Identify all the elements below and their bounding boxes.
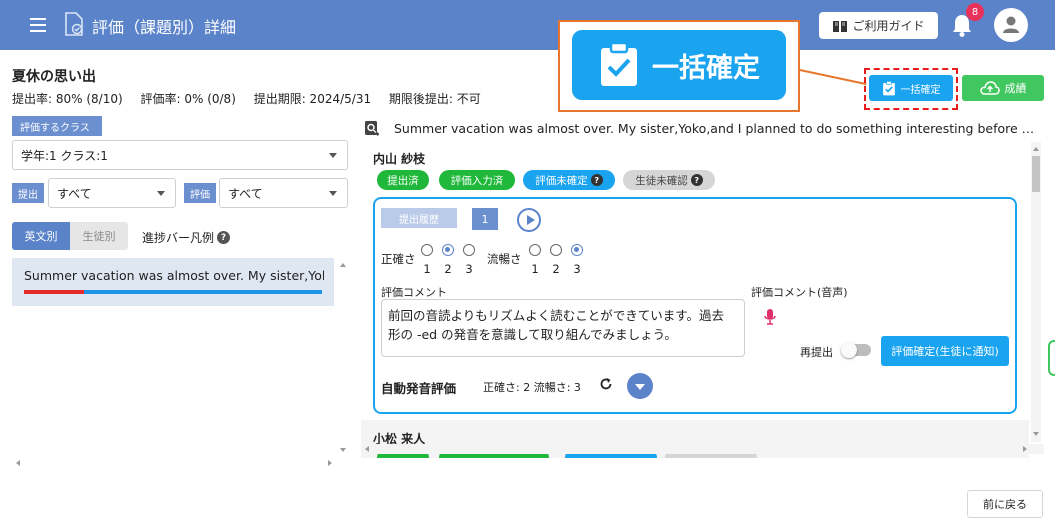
app-title: 評価（課題別）詳細 xyxy=(92,18,237,37)
accuracy-radio-3[interactable] xyxy=(463,244,475,256)
accuracy-scale-1: 1 xyxy=(423,262,431,276)
accuracy-scale-2: 2 xyxy=(444,262,452,276)
side-panel-handle[interactable] xyxy=(1048,340,1055,376)
submission-history-number[interactable]: 1 xyxy=(472,208,498,230)
grades-button[interactable]: 成績 xyxy=(962,75,1044,101)
resubmit-toggle[interactable] xyxy=(841,342,871,358)
progress-legend-label: 進捗バー凡例 xyxy=(142,231,215,245)
late-submission: 期限後提出: 不可 xyxy=(388,92,481,106)
question-icon: ? xyxy=(590,174,603,186)
callout-connector xyxy=(799,69,867,86)
bulk-confirm-label: 一括確定 xyxy=(900,84,941,96)
fluency-radio-1[interactable] xyxy=(529,244,541,256)
callout-label: 一括確定 xyxy=(652,52,760,84)
auto-evaluation-title: 自動発音評価 xyxy=(381,381,457,396)
clipboard-check-icon xyxy=(882,80,895,95)
hamburger-icon[interactable] xyxy=(30,18,46,32)
submission-filter-select[interactable]: すべて xyxy=(48,178,176,208)
avatar[interactable] xyxy=(994,8,1028,42)
auto-evaluation-scores: 正確さ: 2 流暢さ: 3 xyxy=(483,381,581,394)
progress-bar-done xyxy=(24,290,84,294)
sentence-list: Summer vacation was almost over. My sist… xyxy=(12,258,348,470)
submission-rate: 提出率: 80% (8/10) xyxy=(12,92,123,106)
student-card: 内山 紗枝 提出済 評価入力済 評価未確定 ? 生徒未確認 ? 提出履歴 1 正… xyxy=(361,142,1029,420)
comment-textarea[interactable]: 前回の音読よりもリズムよく読むことができています。過去 形の -ed の発音を意… xyxy=(381,299,745,357)
list-vertical-scrollbar[interactable] xyxy=(338,258,348,458)
status-label: 評価未確定 xyxy=(535,174,588,187)
fluency-label: 流暢さ xyxy=(487,252,522,266)
accuracy-radio-2[interactable] xyxy=(442,244,454,256)
bulk-confirm-button[interactable]: 一括確定 xyxy=(869,75,953,101)
chevron-down-icon xyxy=(329,153,337,158)
list-horizontal-scrollbar[interactable] xyxy=(12,458,348,468)
confirm-evaluation-button[interactable]: 評価確定(生徒に通知) xyxy=(881,336,1009,366)
status-badge-unconfirmed[interactable]: 評価未確定 ? xyxy=(523,170,615,190)
comment-label: 評価コメント xyxy=(381,286,447,299)
class-select-value: 学年:1 クラス:1 xyxy=(21,148,108,163)
evaluation-filter-select[interactable]: すべて xyxy=(219,178,348,208)
fluency-radio-3[interactable] xyxy=(571,244,583,256)
play-icon[interactable] xyxy=(517,208,541,232)
mic-icon[interactable] xyxy=(764,308,776,326)
guide-label: ご利用ガイド xyxy=(852,19,925,33)
assignment-info: 提出率: 80% (8/10) 評価率: 0% (0/8) 提出期限: 2024… xyxy=(12,90,495,107)
book-icon xyxy=(833,20,848,32)
sentence-text: Summer vacation was almost over. My sist… xyxy=(394,121,1038,136)
question-icon: ? xyxy=(217,231,231,244)
chevron-down-icon xyxy=(329,191,337,196)
user-icon xyxy=(1003,16,1019,33)
status-badge: 提出済 xyxy=(377,170,429,190)
status-badge: 評価入力済 xyxy=(439,170,515,190)
submission-filter-value: すべて xyxy=(57,186,92,201)
cloud-upload-icon xyxy=(979,81,1000,95)
progress-legend[interactable]: 進捗バー凡例 ? xyxy=(142,229,231,246)
bulk-confirm-callout: 一括確定 xyxy=(558,20,800,112)
voice-comment-label: 評価コメント(音声) xyxy=(751,286,848,299)
grades-label: 成績 xyxy=(1004,82,1027,95)
question-icon: ? xyxy=(690,174,703,186)
app-header: 評価（課題別）詳細 ご利用ガイド 8 xyxy=(0,0,1055,50)
resubmit-label: 再提出 xyxy=(800,346,833,359)
list-item[interactable]: Summer vacation was almost over. My sist… xyxy=(12,258,334,306)
guide-button[interactable]: ご利用ガイド xyxy=(819,12,938,39)
student-name: 内山 紗枝 xyxy=(373,152,426,166)
page-title: 夏休の思い出 xyxy=(12,69,96,85)
submission-filter-label: 提出 xyxy=(12,183,44,203)
back-button[interactable]: 前に戻る xyxy=(967,490,1043,518)
fluency-scale-1: 1 xyxy=(531,262,539,276)
evaluation-panel: 提出履歴 1 正確さ 1 2 3 流暢さ 1 2 3 評価コメント 前回の音読よ… xyxy=(373,197,1017,414)
chevron-down-icon xyxy=(157,191,165,196)
student-evaluations: 内山 紗枝 提出済 評価入力済 評価未確定 ? 生徒未確認 ? 提出履歴 1 正… xyxy=(361,142,1044,458)
pane-horizontal-scrollbar[interactable] xyxy=(361,444,1044,454)
fluency-scale-3: 3 xyxy=(573,262,581,276)
accuracy-scale-3: 3 xyxy=(465,262,473,276)
fluency-radio-2[interactable] xyxy=(550,244,562,256)
document-icon xyxy=(65,12,83,36)
callout-bulk-confirm-button: 一括確定 xyxy=(572,30,786,100)
progress-bar-remaining xyxy=(84,290,322,294)
list-item-text: Summer vacation was almost over. My sist… xyxy=(24,268,324,283)
class-label: 評価するクラス xyxy=(12,116,102,136)
notification-badge: 8 xyxy=(966,3,984,21)
accuracy-label: 正確さ xyxy=(381,252,416,266)
comment-line-1: 前回の音読よりもリズムよく読むことができています。過去 xyxy=(388,308,725,323)
clipboard-check-icon xyxy=(601,42,637,86)
submission-history-label: 提出履歴 xyxy=(381,208,457,228)
deadline: 提出期限: 2024/5/31 xyxy=(253,92,372,106)
pane-vertical-scrollbar[interactable] xyxy=(1031,142,1041,442)
evaluation-rate: 評価率: 0% (0/8) xyxy=(140,92,236,106)
tab-by-student[interactable]: 生徒別 xyxy=(70,222,128,250)
tab-by-sentence[interactable]: 英文別 xyxy=(12,222,70,250)
search-icon xyxy=(365,121,380,136)
refresh-icon[interactable] xyxy=(599,377,613,391)
comment-line-2: 形の -ed の発音を意識して取り組んでみましょう。 xyxy=(388,327,677,342)
evaluation-filter-label: 評価 xyxy=(184,183,216,203)
status-label: 生徒未確認 xyxy=(635,174,688,187)
chevron-down-icon[interactable] xyxy=(627,373,653,399)
evaluation-filter-value: すべて xyxy=(228,186,263,201)
accuracy-radio-1[interactable] xyxy=(421,244,433,256)
status-badge-student-unchecked[interactable]: 生徒未確認 ? xyxy=(623,170,715,190)
fluency-scale-2: 2 xyxy=(552,262,560,276)
class-select[interactable]: 学年:1 クラス:1 xyxy=(12,140,348,170)
